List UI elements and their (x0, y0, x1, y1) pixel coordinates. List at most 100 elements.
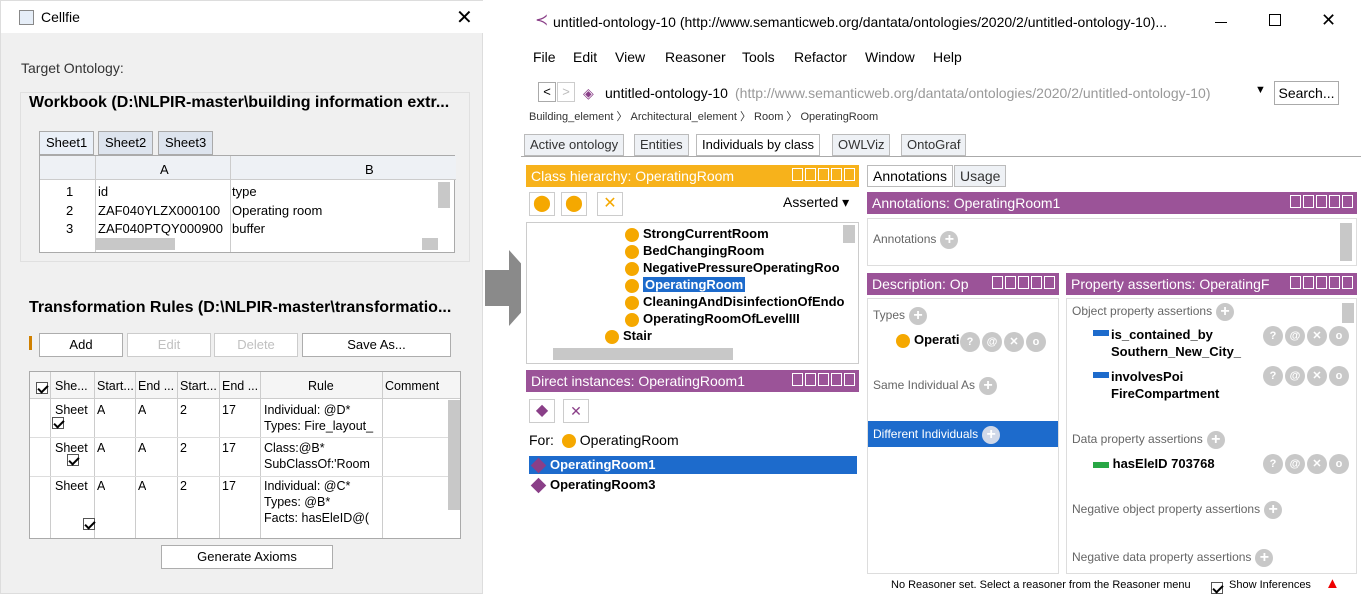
ontology-dropdown-icon[interactable]: ▼ (1255, 84, 1266, 96)
annotate-icon[interactable]: @ (1285, 366, 1305, 386)
tab-annotations[interactable]: Annotations (867, 165, 953, 187)
instance-item[interactable]: OperatingRoom3 (529, 476, 655, 494)
rule-text[interactable]: Types: Fire_layout_ (264, 419, 380, 434)
column-header[interactable]: End ... (138, 379, 174, 394)
add-subclass-icon[interactable]: ⬤ (529, 192, 555, 216)
help-icon[interactable]: ? (1263, 326, 1283, 346)
select-all-checkbox[interactable] (36, 381, 48, 394)
tab-ontograf[interactable]: OntoGraf (901, 134, 967, 156)
annotate-icon[interactable]: @ (982, 332, 1002, 352)
rule-text[interactable]: Individual: @C* (264, 479, 380, 494)
breadcrumb-item[interactable]: Building_element (529, 111, 613, 123)
menu-file[interactable]: File (533, 49, 556, 65)
delete-icon[interactable]: ✕ (1307, 326, 1327, 346)
tab-individuals-by-class[interactable]: Individuals by class (696, 134, 820, 156)
column-header[interactable]: She... (55, 379, 88, 394)
cell[interactable]: ZAF040PTQY000900 (98, 221, 223, 236)
view-controls[interactable] (1290, 276, 1353, 290)
help-icon[interactable]: ? (1263, 366, 1283, 386)
column-header[interactable]: Start... (180, 379, 217, 394)
add-annotation-icon[interactable]: + (940, 231, 959, 249)
maximize-icon[interactable] (1269, 14, 1281, 26)
show-inferences-checkbox[interactable] (1211, 581, 1223, 594)
add-button[interactable]: Add (39, 333, 123, 357)
column-header[interactable]: Comment (385, 379, 439, 394)
tab-sheet2[interactable]: Sheet2 (98, 131, 154, 155)
asserted-dropdown[interactable]: Asserted ▾ (783, 194, 849, 211)
rule-text[interactable]: SubClassOf:'Room (264, 457, 380, 472)
vertical-scrollbar[interactable] (438, 182, 450, 208)
tab-sheet1[interactable]: Sheet1 (39, 131, 95, 155)
horizontal-scrollbar[interactable] (553, 348, 733, 360)
breadcrumb-item[interactable]: OperatingRoom (801, 111, 879, 123)
breadcrumb-item[interactable]: Room (754, 111, 783, 123)
tab-usage[interactable]: Usage (954, 165, 1007, 187)
add-object-property-icon[interactable]: + (1216, 303, 1235, 321)
class-item[interactable]: OperatingRoomOfLevelIII (625, 311, 800, 327)
edit-icon[interactable]: o (1329, 326, 1349, 346)
object-property-item[interactable]: involvesPoi FireCompartment (1093, 368, 1219, 402)
cell[interactable]: Operating room (232, 203, 322, 218)
delete-icon[interactable]: ✕ (1307, 454, 1327, 474)
search-button[interactable]: Search... (1274, 81, 1339, 105)
add-different-individual-icon[interactable]: + (982, 425, 1001, 444)
edit-icon[interactable]: o (1026, 332, 1046, 352)
cell[interactable]: id (98, 184, 108, 199)
column-header[interactable]: Rule (308, 379, 334, 394)
column-header-b[interactable]: B (365, 162, 374, 177)
class-item[interactable]: CleaningAndDisinfectionOfEndo (625, 294, 845, 310)
add-negative-data-property-icon[interactable]: + (1255, 549, 1274, 567)
tab-owlviz[interactable]: OWLViz (832, 134, 891, 156)
rules-scrollbar[interactable] (448, 400, 460, 510)
add-data-property-icon[interactable]: + (1206, 431, 1225, 449)
menu-edit[interactable]: Edit (573, 49, 597, 65)
tab-sheet3[interactable]: Sheet3 (158, 131, 214, 155)
close-icon[interactable]: ✕ (456, 5, 473, 30)
rule-text[interactable]: Class:@B* (264, 441, 380, 456)
rule-text[interactable]: Types: @B* (264, 495, 380, 510)
rule-checkbox[interactable] (51, 416, 64, 429)
delete-individual-icon[interactable]: ✕ (563, 399, 589, 423)
help-icon[interactable]: ? (1263, 454, 1283, 474)
cell[interactable]: type (232, 184, 257, 199)
vertical-scrollbar[interactable] (1342, 303, 1354, 323)
class-item[interactable]: Stair (605, 328, 652, 344)
menu-view[interactable]: View (615, 49, 645, 65)
delete-button[interactable]: Delete (214, 333, 298, 357)
minimize-icon[interactable] (1215, 22, 1227, 23)
instance-item-selected[interactable]: OperatingRoom1 (529, 456, 857, 474)
horizontal-scrollbar[interactable] (95, 238, 175, 250)
add-individual-icon[interactable]: ◆ (529, 399, 555, 423)
tab-entities[interactable]: Entities (634, 134, 689, 156)
class-item[interactable]: NegativePressureOperatingRoo (625, 260, 840, 276)
menu-window[interactable]: Window (865, 49, 915, 65)
column-header[interactable]: End ... (222, 379, 258, 394)
different-individuals-row[interactable]: Different Individuals + (868, 421, 1058, 447)
delete-icon[interactable]: ✕ (1307, 366, 1327, 386)
cell[interactable]: buffer (232, 221, 265, 236)
annotate-icon[interactable]: @ (1285, 454, 1305, 474)
object-property-item[interactable]: is_contained_by Southern_New_City_ (1093, 326, 1241, 360)
view-controls[interactable] (792, 168, 855, 182)
column-header[interactable]: Start... (97, 379, 134, 394)
class-item-selected[interactable]: OperatingRoom (625, 277, 746, 293)
generate-axioms-button[interactable]: Generate Axioms (161, 545, 333, 569)
menu-refactor[interactable]: Refactor (794, 49, 847, 65)
type-item[interactable]: Operati (896, 332, 960, 348)
menu-help[interactable]: Help (933, 49, 962, 65)
vertical-scrollbar[interactable] (843, 225, 855, 243)
add-same-individual-icon[interactable]: + (979, 377, 998, 395)
annotate-icon[interactable]: @ (1285, 326, 1305, 346)
edit-icon[interactable]: o (1329, 366, 1349, 386)
rule-text[interactable]: Facts: hasEleID@( (264, 511, 380, 526)
rule-text[interactable]: Individual: @D* (264, 403, 380, 418)
delete-class-icon[interactable]: ✕ (597, 192, 623, 216)
breadcrumb-item[interactable]: Architectural_element (631, 111, 737, 123)
rule-checkbox[interactable] (82, 517, 95, 530)
view-controls[interactable] (992, 276, 1055, 290)
cell[interactable]: ZAF040YLZX000100 (98, 203, 220, 218)
help-icon[interactable]: ? (960, 332, 980, 352)
forward-button[interactable]: > (557, 82, 575, 102)
close-icon[interactable]: ✕ (1321, 10, 1336, 31)
edit-button[interactable]: Edit (127, 333, 211, 357)
